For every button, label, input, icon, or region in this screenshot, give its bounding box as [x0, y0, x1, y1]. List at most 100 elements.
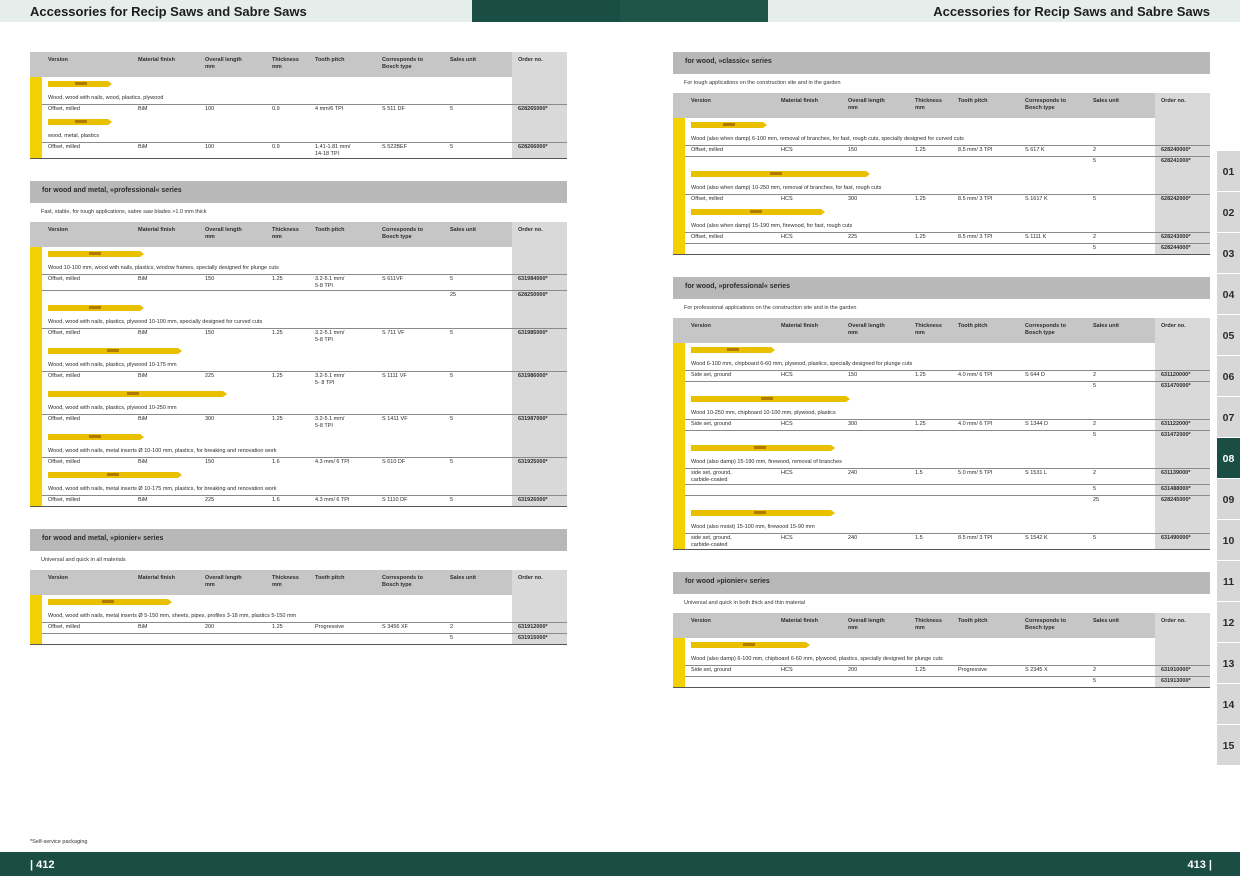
application-text: Wood 6-100 mm, chipboard 6-60 mm, plywoo…	[691, 361, 913, 367]
yellow-marker	[30, 595, 42, 644]
order-cell-shade	[512, 360, 567, 371]
blade-image-row	[673, 506, 1210, 522]
chapter-tab-02[interactable]: 02	[1217, 192, 1240, 233]
order-number: 628265000*	[518, 106, 548, 112]
bosch-type: S 2345 X	[1025, 667, 1048, 673]
overall-length: 100	[205, 144, 215, 150]
col-tooth-pitch: Tooth pitch	[315, 575, 345, 581]
table-header: Version Material finish Overall length mm Th…	[673, 613, 1210, 638]
chapter-tab-07[interactable]: 07	[1217, 397, 1240, 438]
chapter-tab-06[interactable]: 06	[1217, 356, 1240, 397]
thickness: 1.25	[915, 421, 926, 427]
sales-unit: 25	[450, 292, 457, 298]
blade-label	[89, 306, 102, 309]
order-number: 628241000*	[1161, 158, 1191, 164]
col-version: Version	[48, 227, 68, 233]
chapter-tab-03[interactable]: 03	[1217, 233, 1240, 274]
spec-row: Offset, milled BiM 100 0.9 1.41-1.81 mm/14-1…	[30, 142, 567, 158]
table-header: Version Material finish Overall length mm Th…	[30, 570, 567, 595]
order-cell-shade	[512, 611, 567, 622]
application-row: wood, metal, plastics	[30, 131, 567, 142]
order-cell-shade	[1155, 221, 1210, 232]
tooth-pitch: 4 mm/6 TPI	[315, 106, 344, 112]
saw-blade-image	[691, 642, 810, 648]
order-cell-shade	[1155, 654, 1210, 665]
order-number: 628240000*	[1161, 147, 1191, 153]
spec-row: side set, ground, carbide-coated HCS 240 1.5…	[673, 533, 1210, 549]
material: BiM	[138, 416, 148, 422]
col-version: Version	[48, 57, 68, 63]
order-number: 631120000*	[1161, 372, 1191, 378]
material-finish: Side set, ground	[691, 372, 732, 378]
spec-row: 5 628244000*	[673, 243, 1210, 254]
chapter-tab-14[interactable]: 14	[1217, 684, 1240, 725]
chapter-tab-05[interactable]: 05	[1217, 315, 1240, 356]
chapter-tab-09[interactable]: 09	[1217, 479, 1240, 520]
col-material-finish: Material finish	[781, 323, 818, 329]
section-description: For professional applications on the con…	[684, 305, 857, 311]
chapter-tab-01[interactable]: 01	[1217, 151, 1240, 192]
material: BiM	[138, 624, 148, 630]
chapter-tab-15[interactable]: 15	[1217, 725, 1240, 766]
col-overall-length: Overall length mm	[848, 618, 885, 631]
overall-length: 150	[205, 330, 215, 336]
col-overall-length: Overall length mm	[848, 323, 885, 336]
blade-image-row	[673, 167, 1210, 183]
overall-length: 300	[848, 421, 858, 427]
order-cell-shade	[512, 344, 567, 360]
sales-unit: 2	[1093, 147, 1097, 153]
yellow-marker	[673, 392, 685, 441]
product-table: Version Material finish Overall length mm Th…	[673, 318, 1210, 550]
material: HCS	[781, 470, 793, 476]
order-cell-shade	[1155, 359, 1210, 370]
product-group: Wood (also when damp) 10-250 mm, removal…	[673, 167, 1210, 205]
chapter-tab-12[interactable]: 12	[1217, 602, 1240, 643]
sales-unit: 5	[1093, 678, 1097, 684]
spec-row: side set, ground, carbide-coated HCS 240 1.5…	[673, 468, 1210, 484]
col-order-no: Order no.	[518, 57, 543, 63]
product-group: Wood, wood with nails, plastics, plywood…	[30, 301, 567, 344]
order-cell-shade	[512, 430, 567, 446]
application-row: Wood 10-250 mm, chipboard 10-100 mm, ply…	[673, 408, 1210, 419]
chapter-tab-08[interactable]: 08	[1217, 438, 1240, 479]
material: HCS	[781, 535, 793, 541]
order-cell-shade	[512, 131, 567, 142]
blade-label	[749, 210, 762, 213]
tooth-pitch: 8.5 mm/ 3 TPI	[958, 196, 993, 202]
product-table: Version Material finish Overall length mm Th…	[673, 613, 1210, 688]
chapter-tab-10[interactable]: 10	[1217, 520, 1240, 561]
saw-blade-image	[48, 251, 144, 257]
product-table: Version Material finish Overall length mm Th…	[30, 52, 567, 159]
tooth-pitch: 4.0 mm/ 6 TPI	[958, 421, 993, 427]
chapter-tab-11[interactable]: 11	[1217, 561, 1240, 602]
saw-blade-image	[48, 599, 172, 605]
thickness: 1.25	[272, 276, 283, 282]
col-order-no: Order no.	[1161, 98, 1186, 104]
thickness: 1.5	[915, 535, 923, 541]
chapter-tab-13[interactable]: 13	[1217, 643, 1240, 684]
sales-unit: 2	[1093, 470, 1097, 476]
order-number: 631490000*	[1161, 535, 1191, 541]
order-number: 628244000*	[1161, 245, 1191, 251]
order-number: 631925000*	[518, 459, 548, 465]
table-header: Version Material finish Overall length mm Th…	[30, 52, 567, 77]
tooth-pitch: 3.2-5.1 mm/5-8 TPI	[315, 416, 345, 429]
blade-label	[754, 511, 766, 514]
sales-unit: 5	[450, 106, 454, 112]
material-finish: Offset, milled	[691, 196, 723, 202]
yellow-marker	[673, 638, 685, 687]
blade-label	[727, 348, 739, 351]
col-tooth-pitch: Tooth pitch	[958, 98, 988, 104]
application-row: Wood, wood with nails, plastics, plywood…	[30, 403, 567, 414]
application-text: Wood, wood with nails, plastics, plywood…	[48, 319, 263, 325]
thickness: 1.25	[272, 624, 283, 630]
application-row: Wood, wood with nails, metal inserts Ø 1…	[30, 484, 567, 495]
col-overall-length: Overall length mm	[848, 98, 885, 111]
material: BiM	[138, 497, 148, 503]
product-group: Wood, wood with nails, metal inserts Ø 5…	[30, 595, 567, 644]
saw-blade-image	[48, 348, 182, 354]
chapter-tab-04[interactable]: 04	[1217, 274, 1240, 315]
order-column-shade	[1155, 93, 1210, 118]
material: BiM	[138, 144, 148, 150]
yellow-marker	[673, 205, 685, 254]
